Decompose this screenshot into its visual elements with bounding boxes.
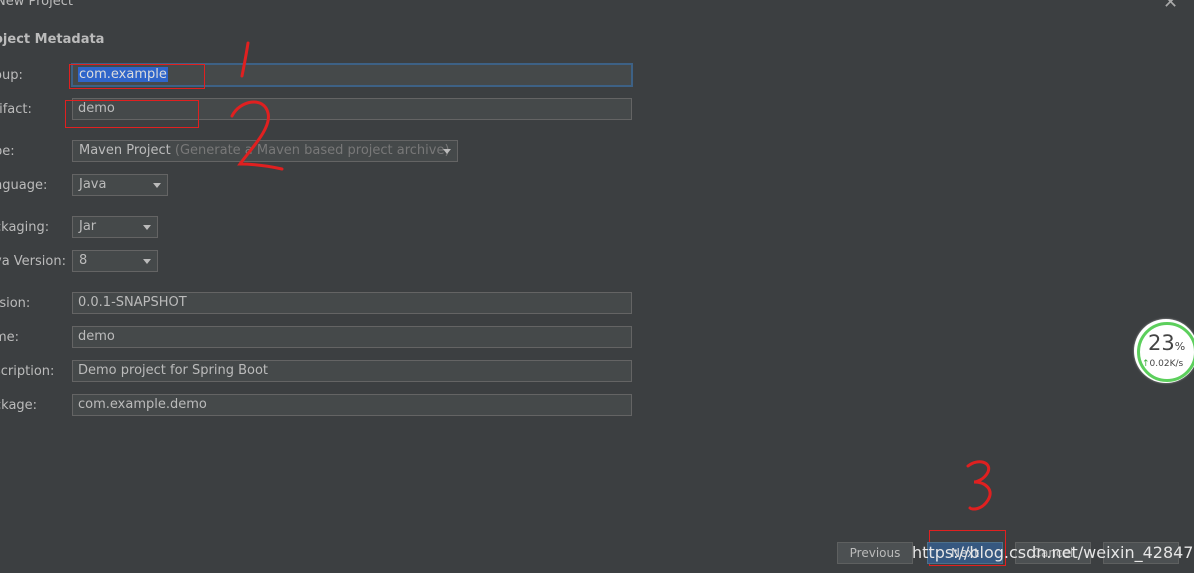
close-icon[interactable]: ✕ [1163,0,1178,13]
artifact-label: tifact: [0,102,32,117]
version-label: rsion: [0,296,31,311]
name-label: me: [0,330,20,345]
annotation-numbers-1-2 [230,41,284,171]
name-field[interactable]: demo [72,326,632,348]
packaging-label: ckaging: [0,220,50,235]
group-label: oup: [0,68,23,83]
previous-button[interactable]: Previous [837,542,913,564]
language-dropdown[interactable]: Java [72,174,168,196]
chevron-down-icon [143,259,151,264]
window-title: New Project [0,0,73,9]
watermark-url: https://blog.csdn.net/weixin_42847626 [912,543,1194,562]
type-label: pe: [0,144,15,159]
gauge-percent: 23% [1148,331,1186,355]
upload-arrow-icon: ↑ [1142,359,1150,369]
chevron-down-icon [153,183,161,188]
annotation-box-artifact [65,100,199,128]
gauge-speed: ↑0.02K/s [1142,359,1184,369]
java-version-dropdown[interactable]: 8 [72,250,158,272]
chevron-down-icon [143,225,151,230]
package-field[interactable]: com.example.demo [72,394,632,416]
version-field[interactable]: 0.0.1-SNAPSHOT [72,292,632,314]
language-value: Java [79,177,107,192]
java-version-label: va Version: [0,254,66,269]
package-label: ckage: [0,398,38,413]
type-value: Maven Project [79,143,171,158]
java-version-value: 8 [79,253,88,268]
network-gauge[interactable]: 23% ↑0.02K/s [1134,319,1194,383]
type-hint: (Generate a Maven based project archive) [174,143,450,158]
description-label: scription: [0,364,55,379]
annotation-number-3 [966,460,992,511]
packaging-value: Jar [79,219,97,234]
description-field[interactable]: Demo project for Spring Boot [72,360,632,382]
section-title: oject Metadata [0,32,105,47]
language-label: nguage: [0,178,48,193]
annotation-box-group [69,64,205,89]
packaging-dropdown[interactable]: Jar [72,216,158,238]
chevron-down-icon [443,149,451,154]
